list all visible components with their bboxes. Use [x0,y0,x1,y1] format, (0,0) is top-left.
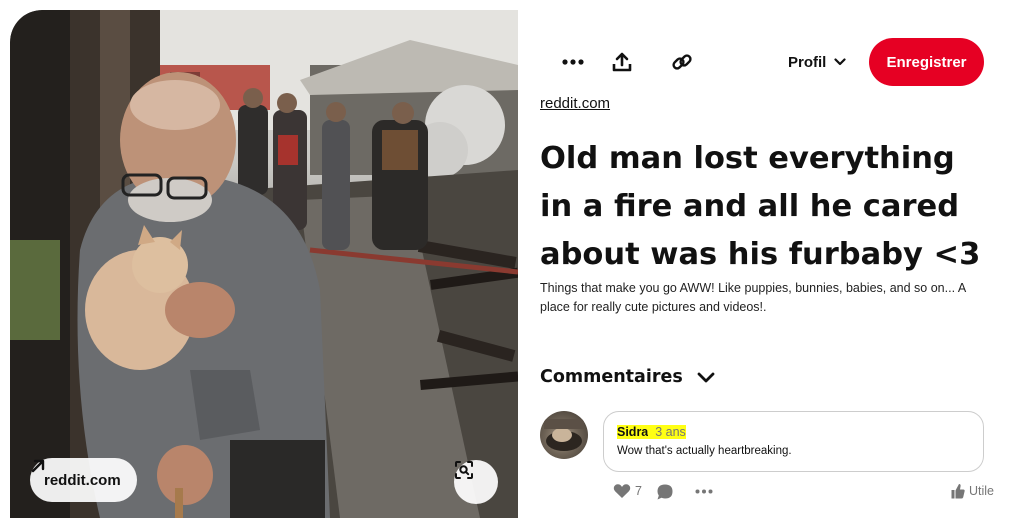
comment-author[interactable]: Sidra [617,425,649,439]
heart-icon [613,484,631,498]
more-dots-icon [562,59,584,65]
helpful-button[interactable]: Utile [951,483,994,499]
profile-label: Profil [788,53,827,71]
chevron-down-icon [697,372,715,382]
save-button[interactable]: Enregistrer [869,38,984,86]
share-upload-icon [612,52,632,72]
comment-time: 3 ans [655,425,686,439]
like-button[interactable]: 7 [613,483,642,499]
link-chain-icon [672,54,692,70]
image-source-pill[interactable]: reddit.com [30,458,137,502]
visual-search-button[interactable] [454,460,498,504]
chevron-down-icon [834,58,846,66]
lens-search-icon [455,461,473,479]
pin-toolbar: Profil Enregistrer [540,38,1000,86]
pin-title: Old man lost everything in a fire and al… [540,141,981,272]
arrow-up-right-icon [31,459,45,473]
comment-bubble: Sidra 3 ans Wow that's actually heartbre… [603,411,984,472]
comment-author-avatar[interactable] [540,411,588,459]
comment-more-button[interactable] [695,489,713,494]
comments-heading: Commentaires [540,367,683,387]
pin-image[interactable]: reddit.com [10,10,518,518]
image-source-label: reddit.com [44,471,121,489]
comment-meta: Sidra 3 ans [617,424,983,441]
more-dots-icon [695,489,713,494]
pin-description: Things that make you go AWW! Like puppie… [540,281,966,314]
reply-button[interactable] [656,483,674,501]
copy-link-button[interactable] [664,44,700,80]
pin-photo [10,10,518,518]
share-button[interactable] [604,44,640,80]
more-options-button[interactable] [555,44,591,80]
helpful-label: Utile [969,484,995,498]
like-count: 7 [635,484,642,498]
avatar-photo [544,419,584,451]
comment-text: Wow that's actually heartbreaking. [617,445,792,457]
pin-source-link[interactable]: reddit.com [540,95,610,112]
speech-bubble-icon [657,484,673,500]
comments-toggle[interactable]: Commentaires [540,364,715,390]
comment-actions: 7 Utile [603,480,994,504]
thumbs-up-icon [951,484,965,499]
profile-dropdown[interactable]: Profil [788,38,846,86]
